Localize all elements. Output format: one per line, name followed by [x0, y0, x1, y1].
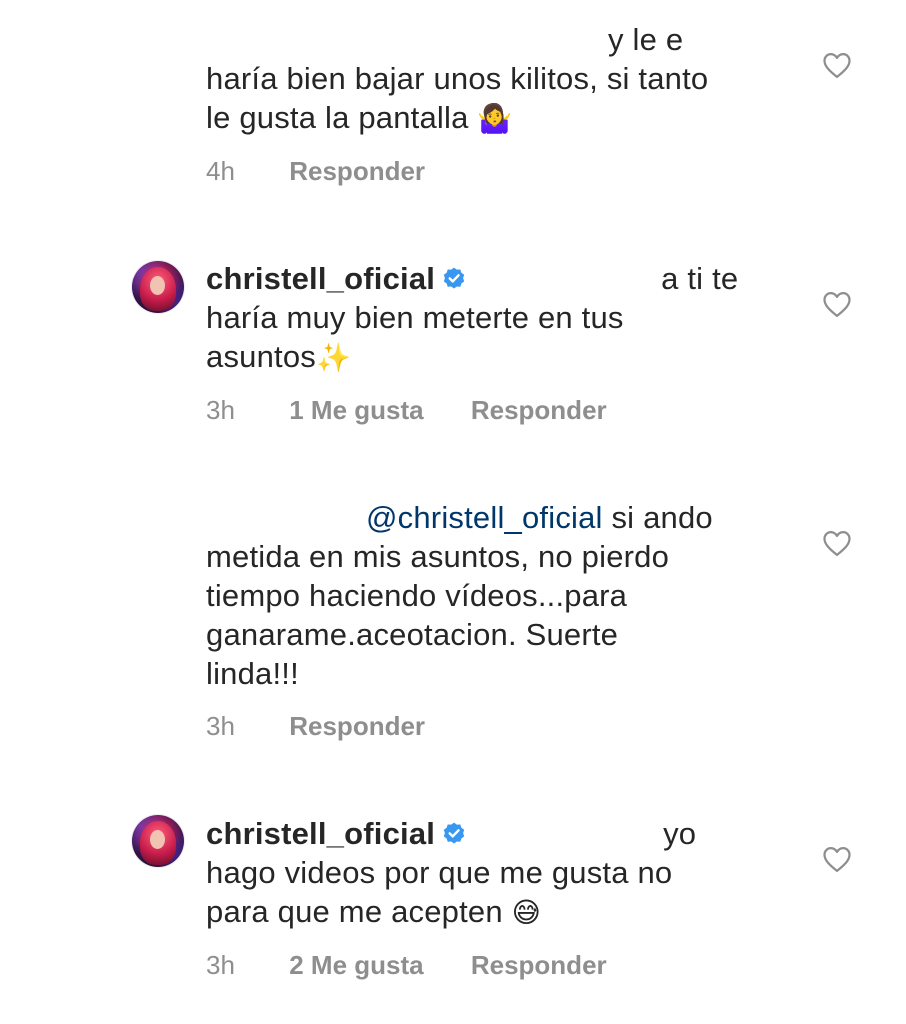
avatar-face	[150, 276, 165, 295]
comment-text: @christell_oficial si ando metida en mis…	[206, 498, 786, 693]
comment-line-text: si ando	[611, 500, 713, 535]
comment-meta: 3h Responder	[206, 711, 425, 742]
comment-line: asuntos✨	[206, 337, 786, 377]
comment-line-text: asuntos	[206, 339, 316, 374]
heart-outline-icon[interactable]	[822, 51, 852, 79]
comment-meta: 4h Responder	[206, 156, 425, 187]
comment-time: 4h	[206, 156, 235, 186]
mention-link[interactable]: @christell_oficial	[366, 500, 603, 535]
comment-time: 3h	[206, 395, 235, 425]
comment-line: tiempo haciendo vídeos...para	[206, 578, 628, 613]
comment-line-text: yo	[663, 816, 697, 851]
comment-text: y le e haría bien bajar unos kilitos, si…	[206, 20, 786, 138]
reply-button[interactable]: Responder	[471, 950, 607, 981]
heart-outline-icon[interactable]	[822, 290, 852, 318]
avatar[interactable]	[132, 815, 184, 867]
verified-badge-icon	[443, 822, 465, 844]
comment-meta: 3h 2 Me gusta Responder	[206, 950, 607, 981]
comment-time: 3h	[206, 711, 235, 741]
reply-button[interactable]: Responder	[289, 711, 425, 742]
comment-line: hago videos por que me gusta no	[206, 855, 673, 890]
reply-button[interactable]: Responder	[471, 395, 607, 426]
comment-line: christell_oficial a ti te	[206, 259, 786, 298]
sweat-smile-emoji-icon: 😅	[511, 897, 542, 928]
comment-line: haría muy bien meterte en tus	[206, 300, 624, 335]
avatar[interactable]	[132, 261, 184, 313]
comment-text: christell_oficial a ti te haría muy bien …	[206, 259, 786, 377]
reply-button[interactable]: Responder	[289, 156, 425, 187]
heart-outline-icon[interactable]	[822, 845, 852, 873]
comment-line: y le e	[608, 22, 684, 57]
comment-time: 3h	[206, 950, 235, 980]
likes-count[interactable]: 1 Me gusta	[289, 395, 423, 426]
comment-line-text: le gusta la pantalla	[206, 100, 469, 135]
comment-line: @christell_oficial si ando	[206, 498, 786, 537]
comment-line: para que me acepten 😅	[206, 892, 786, 932]
comment-line: ganarame.aceotacion. Suerte	[206, 617, 619, 652]
username-link[interactable]: christell_oficial	[206, 816, 435, 851]
comment-line: christell_oficial yo	[206, 814, 786, 853]
comment-line: le gusta la pantalla 🤷‍♀️	[206, 98, 786, 138]
comment-line: metida en mis asuntos, no pierdo	[206, 539, 670, 574]
comment-line-text: a ti te	[661, 261, 739, 296]
username-link[interactable]: christell_oficial	[206, 261, 435, 296]
comment-line: linda!!!	[206, 656, 299, 691]
verified-badge-icon	[443, 267, 465, 289]
comment-text: christell_oficial yo hago videos por que …	[206, 814, 786, 932]
comment-meta: 3h 1 Me gusta Responder	[206, 395, 607, 426]
comment-line: haría bien bajar unos kilitos, si tanto	[206, 61, 709, 96]
sparkles-emoji-icon: ✨	[315, 342, 352, 373]
likes-count[interactable]: 2 Me gusta	[289, 950, 423, 981]
shrug-emoji-icon: 🤷‍♀️	[477, 103, 513, 134]
comment-line-text: para que me acepten	[206, 894, 503, 929]
heart-outline-icon[interactable]	[822, 529, 852, 557]
avatar-face	[150, 830, 165, 849]
